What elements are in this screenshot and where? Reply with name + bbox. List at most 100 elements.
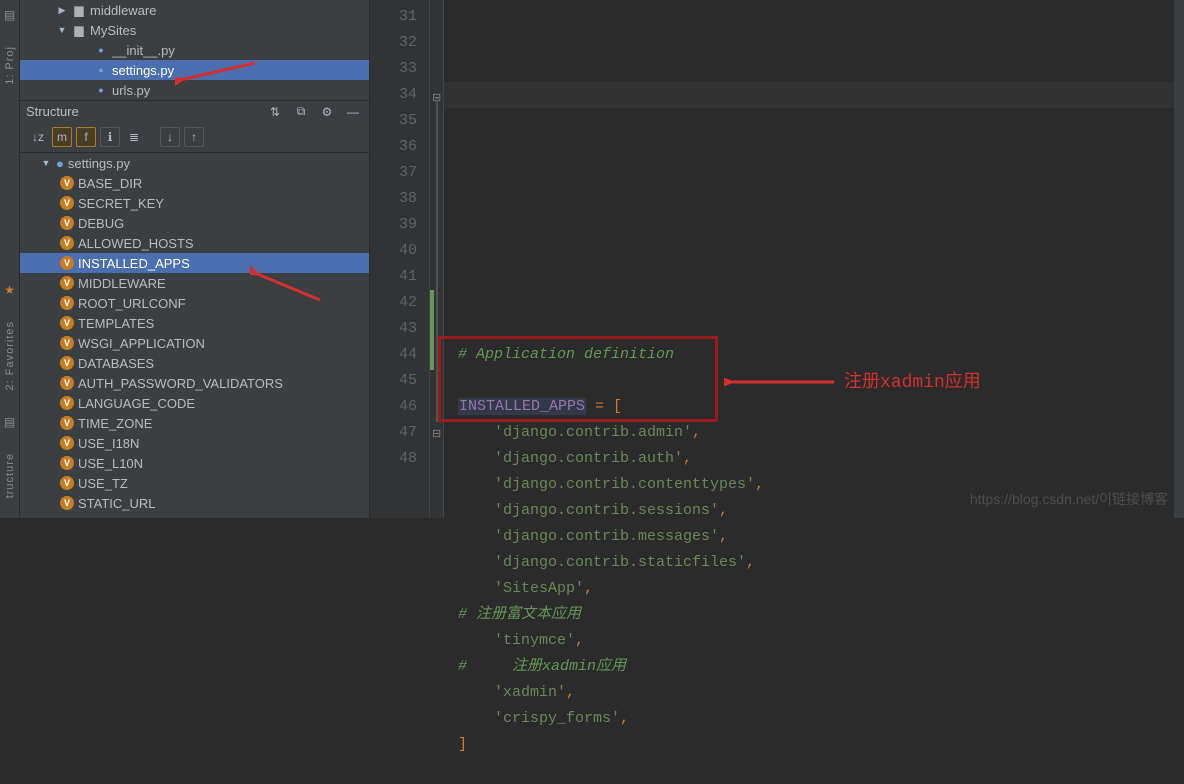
line-number: 31: [370, 4, 417, 30]
code-line-34[interactable]: INSTALLED_APPS = [: [458, 394, 1174, 420]
tree-row-__init__-py[interactable]: ●__init__.py: [20, 40, 369, 60]
variable-icon: V: [60, 436, 74, 450]
autoscroll-to-icon[interactable]: ↓: [160, 127, 180, 147]
tree-row-MySites[interactable]: ▼▆MySites: [20, 20, 369, 40]
code-line-35[interactable]: 'django.contrib.admin',: [458, 420, 1174, 446]
structure-hide-icon[interactable]: —: [343, 102, 363, 122]
structure-item-label: SECRET_KEY: [78, 196, 164, 211]
variable-icon: V: [60, 236, 74, 250]
structure-item-use_i18n[interactable]: V USE_I18N: [20, 433, 369, 453]
structure-item-label: WSGI_APPLICATION: [78, 336, 205, 351]
structure-item-label: USE_I18N: [78, 436, 139, 451]
line-number: 43: [370, 316, 417, 342]
tree-row-urls-py[interactable]: ●urls.py: [20, 80, 369, 100]
python-file-icon: ●: [93, 45, 109, 55]
structure-item-installed_apps[interactable]: VINSTALLED_APPS: [20, 253, 369, 273]
tree-arrow-icon[interactable]: ▼: [56, 25, 68, 35]
structure-item-label: INSTALLED_APPS: [78, 256, 190, 271]
editor[interactable]: 313233343536373839404142434445464748 ⊟⊟ …: [370, 0, 1184, 518]
structure-tool-icon[interactable]: ▤: [4, 415, 15, 429]
editor-marker-strip[interactable]: [1174, 0, 1184, 518]
code-line-40[interactable]: 'django.contrib.staticfiles',: [458, 550, 1174, 576]
code-line-45[interactable]: 'xadmin',: [458, 680, 1174, 706]
line-number: 35: [370, 108, 417, 134]
structure-item-static_url[interactable]: VSTATIC_URL: [20, 493, 369, 513]
variable-icon: V: [60, 396, 74, 410]
filter-i-icon[interactable]: ℹ: [100, 127, 120, 147]
code-line-39[interactable]: 'django.contrib.messages',: [458, 524, 1174, 550]
structure-collapse-icon[interactable]: ⧉: [291, 102, 311, 122]
line-number: 42: [370, 290, 417, 316]
structure-item-auth_password_validators[interactable]: VAUTH_PASSWORD_VALIDATORS: [20, 373, 369, 393]
autoscroll-from-icon[interactable]: ↑: [184, 127, 204, 147]
tree-row-middleware[interactable]: ▶▆middleware: [20, 0, 369, 20]
tree-row-settings-py[interactable]: ●settings.py: [20, 60, 369, 80]
structure-item-middleware[interactable]: VMIDDLEWARE: [20, 273, 369, 293]
code-area[interactable]: 注册xadmin应用 # Application definitionINSTA…: [444, 0, 1174, 518]
line-number: 34: [370, 82, 417, 108]
tree-label: __init__.py: [112, 43, 175, 58]
structure-header: Structure ⇅ ⧉ ⚙ —: [20, 100, 369, 122]
filter-m-icon[interactable]: m: [52, 127, 72, 147]
variable-icon: V: [60, 176, 74, 190]
code-line-42[interactable]: # 注册富文本应用: [458, 602, 1174, 628]
structure-list[interactable]: ▼●settings.pyVBASE_DIRVSECRET_KEYVDEBUGV…: [20, 153, 369, 518]
code-line-46[interactable]: 'crispy_forms',: [458, 706, 1174, 732]
tree-label: MySites: [90, 23, 136, 38]
structure-item-label: STATIC_URL: [78, 496, 156, 511]
line-number: 45: [370, 368, 417, 394]
structure-item-secret_key[interactable]: VSECRET_KEY: [20, 193, 369, 213]
project-tool-label[interactable]: 1: Proj: [4, 46, 16, 85]
line-number: 37: [370, 160, 417, 186]
favorites-tool-label[interactable]: 2: Favorites: [4, 321, 16, 390]
structure-item-label: TIME_ZONE: [78, 416, 152, 431]
structure-tool-label[interactable]: tructure: [4, 453, 16, 498]
structure-file-header[interactable]: ▼●settings.py: [20, 153, 369, 173]
code-line-31[interactable]: [458, 316, 1174, 342]
structure-item-wsgi_application[interactable]: VWSGI_APPLICATION: [20, 333, 369, 353]
structure-item-label: USE_TZ: [78, 476, 128, 491]
line-number-gutter: 313233343536373839404142434445464748: [370, 0, 430, 518]
structure-item-debug[interactable]: VDEBUG: [20, 213, 369, 233]
code-line-41[interactable]: 'SitesApp',: [458, 576, 1174, 602]
fold-gutter[interactable]: ⊟⊟: [430, 0, 444, 518]
code-line-33[interactable]: [458, 368, 1174, 394]
filter-f-icon[interactable]: f: [76, 127, 96, 147]
code-line-48[interactable]: [458, 758, 1174, 784]
code-line-43[interactable]: 'tinymce',: [458, 628, 1174, 654]
sort-alpha-icon[interactable]: ↓z: [28, 127, 48, 147]
python-file-icon: ●: [93, 65, 109, 75]
structure-settings-icon[interactable]: ⚙: [317, 102, 337, 122]
structure-item-language_code[interactable]: VLANGUAGE_CODE: [20, 393, 369, 413]
variable-icon: V: [60, 276, 74, 290]
variable-icon: V: [60, 456, 74, 470]
structure-item-base_dir[interactable]: VBASE_DIR: [20, 173, 369, 193]
structure-item-databases[interactable]: VDATABASES: [20, 353, 369, 373]
code-line-32[interactable]: # Application definition: [458, 342, 1174, 368]
expand-icon[interactable]: ≣: [124, 127, 144, 147]
line-number: 38: [370, 186, 417, 212]
structure-item-root_urlconf[interactable]: VROOT_URLCONF: [20, 293, 369, 313]
project-tool-icon[interactable]: ▤: [4, 8, 15, 22]
structure-item-label: DEBUG: [78, 216, 124, 231]
line-number: 44: [370, 342, 417, 368]
structure-item-use_tz[interactable]: V USE_TZ: [20, 473, 369, 493]
favorites-star-icon[interactable]: ★: [4, 283, 15, 297]
variable-icon: V: [60, 376, 74, 390]
variable-icon: V: [60, 316, 74, 330]
code-line-47[interactable]: ]: [458, 732, 1174, 758]
structure-sort-icon[interactable]: ⇅: [265, 102, 285, 122]
structure-item-use_l10n[interactable]: VUSE_L10N: [20, 453, 369, 473]
fold-toggle-icon[interactable]: ⊟: [432, 422, 441, 448]
tree-label: settings.py: [112, 63, 174, 78]
variable-icon: V: [60, 476, 74, 490]
structure-item-label: ALLOWED_HOSTS: [78, 236, 194, 251]
structure-item-allowed_hosts[interactable]: V ALLOWED_HOSTS: [20, 233, 369, 253]
tree-arrow-icon[interactable]: ▶: [56, 5, 68, 16]
structure-item-templates[interactable]: VTEMPLATES: [20, 313, 369, 333]
code-line-36[interactable]: 'django.contrib.auth',: [458, 446, 1174, 472]
line-number: 40: [370, 238, 417, 264]
structure-item-time_zone[interactable]: VTIME_ZONE: [20, 413, 369, 433]
code-line-44[interactable]: # 注册xadmin应用: [458, 654, 1174, 680]
project-tree[interactable]: ▶▆middleware▼▆MySites●__init__.py●settin…: [20, 0, 369, 100]
